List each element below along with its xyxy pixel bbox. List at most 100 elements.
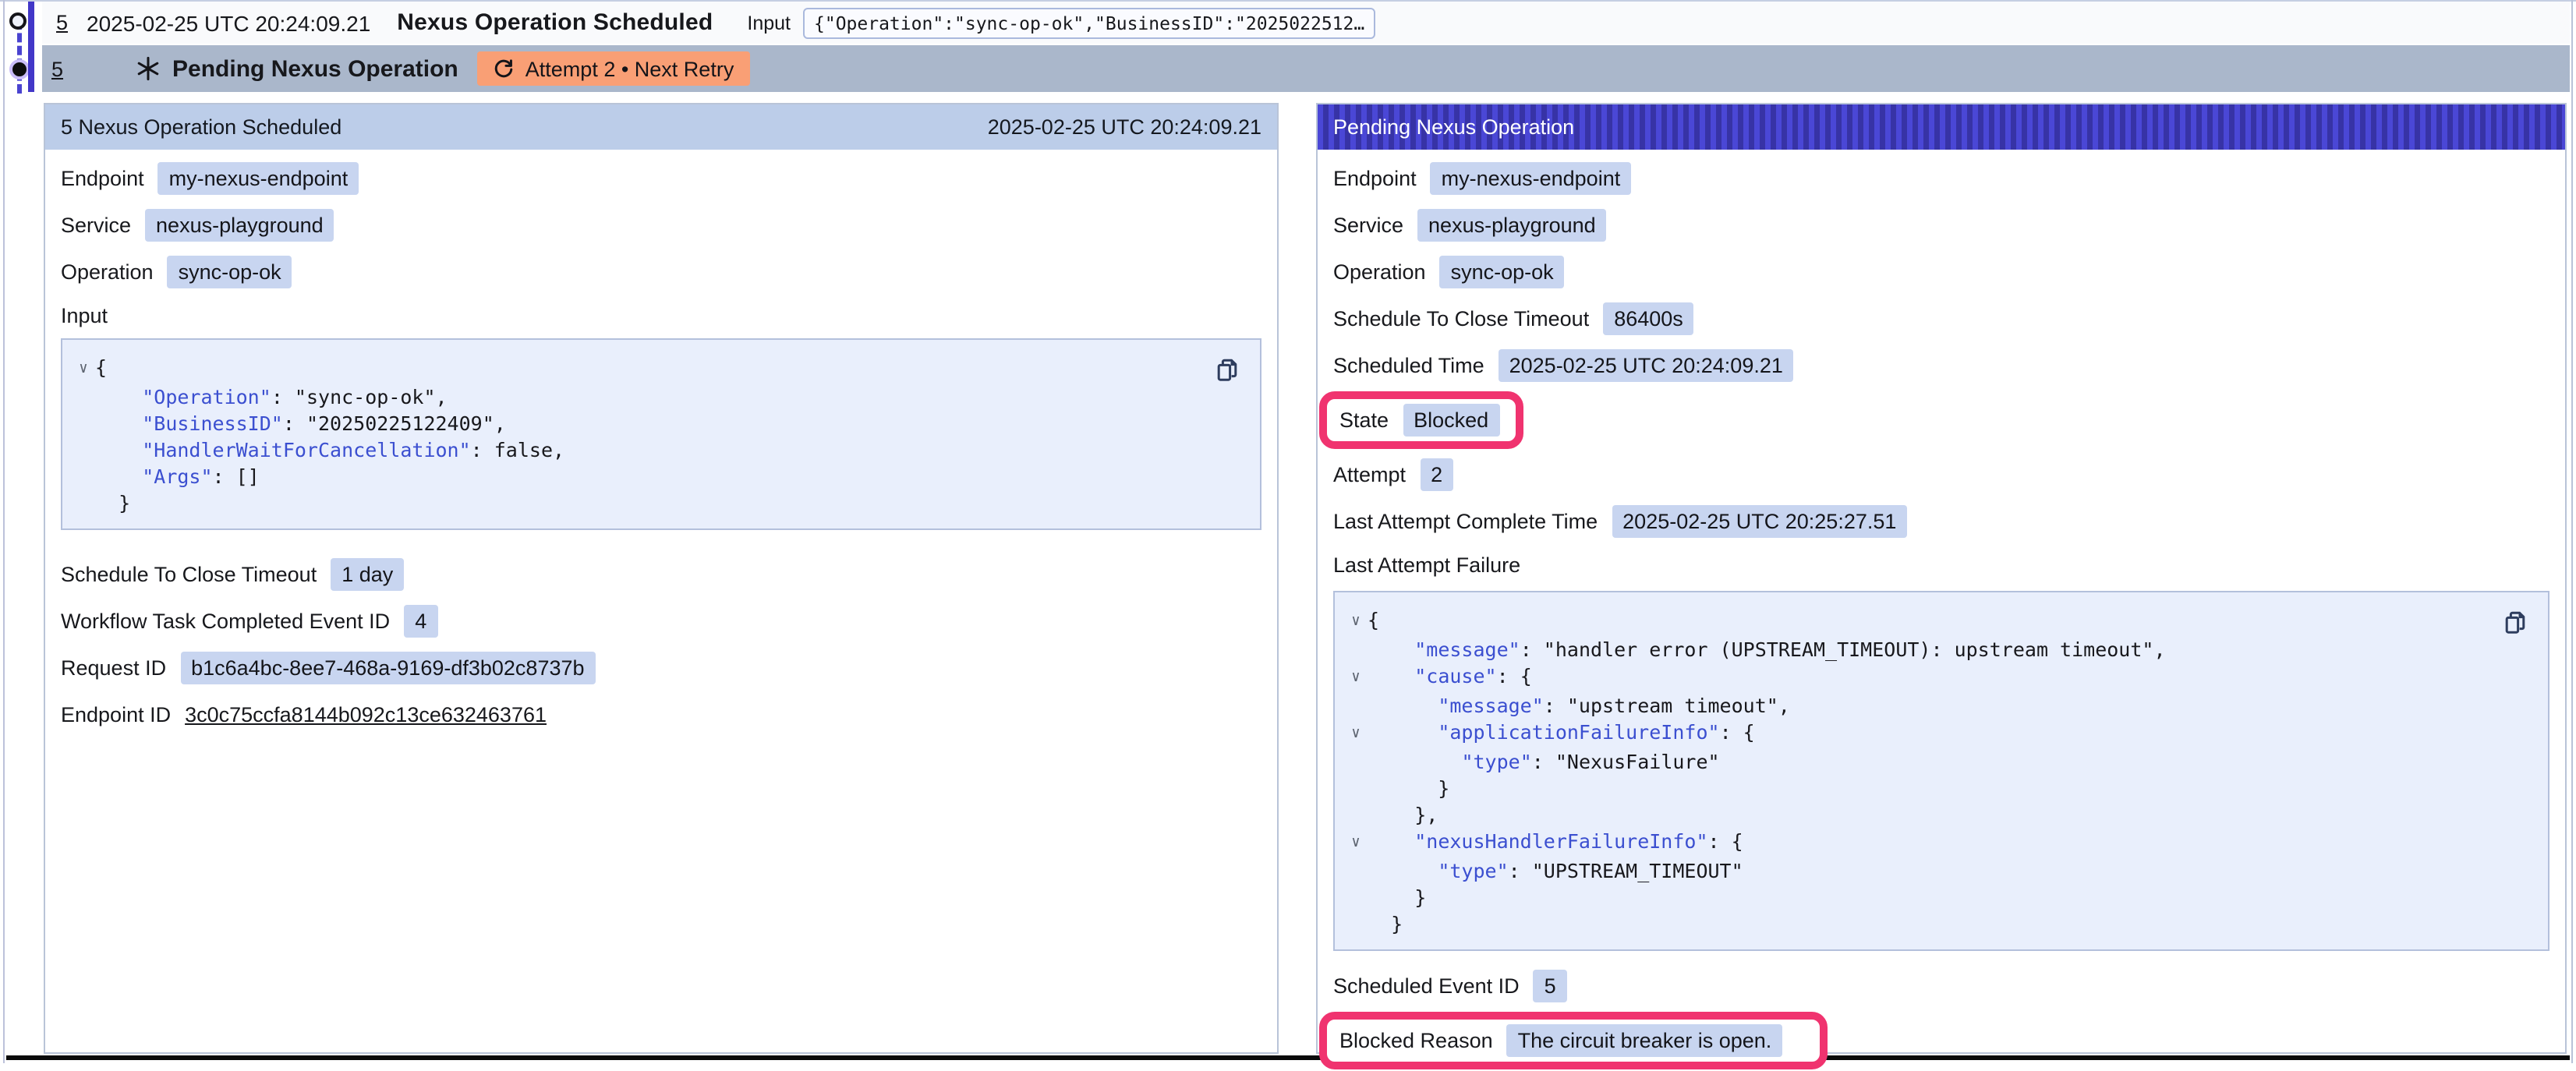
code-gutter: [1344, 910, 1368, 937]
field-value-chip: my-nexus-endpoint: [158, 161, 359, 194]
code-text: "type": "NexusFailure": [1368, 748, 1720, 775]
temporal-event-history-view: 5 2025-02-25 UTC 20:24:09.21 Nexus Opera…: [0, 0, 2576, 1063]
code-text: },: [1368, 801, 1438, 828]
pending-operation-header: Pending Nexus Operation: [1318, 104, 2565, 150]
event-timestamp: 2025-02-25 UTC 20:24:09.21: [87, 10, 370, 35]
field-value-link[interactable]: 3c0c75ccfa8144b092c13ce632463761: [185, 702, 547, 726]
code-text: }: [95, 490, 130, 516]
field-row-request-id: Request IDb1c6a4bc-8ee7-468a-9169-df3b02…: [61, 644, 1261, 691]
field-label: Schedule To Close Timeout: [1333, 306, 1589, 330]
field-row-workflow-task-completed-event-id: Workflow Task Completed Event ID4: [61, 597, 1261, 644]
event-group-indicator-bar: [28, 2, 34, 92]
code-gutter: [72, 384, 95, 410]
code-gutter: [1344, 884, 1368, 910]
code-line: "Operation": "sync-op-ok",: [72, 384, 1247, 410]
field-label: Scheduled Time: [1333, 353, 1484, 376]
code-line: ∨{: [1344, 606, 2535, 636]
event-input-preview-chip: {"Operation":"sync-op-ok","BusinessID":"…: [803, 7, 1375, 38]
retry-icon: [493, 58, 515, 80]
field-label: Schedule To Close Timeout: [61, 562, 317, 585]
timeline-active-dot-icon: [9, 59, 30, 80]
collapse-chevron-icon[interactable]: ∨: [72, 354, 95, 384]
code-line: },: [1344, 801, 2535, 828]
code-text: "Operation": "sync-op-ok",: [95, 384, 448, 410]
code-text: "Args": []: [95, 463, 260, 490]
field-row-state: StateBlocked: [1333, 388, 2549, 451]
code-text: }: [1368, 910, 1403, 937]
field-label: Service: [1333, 213, 1403, 236]
field-row-last-attempt-complete-time: Last Attempt Complete Time2025-02-25 UTC…: [1333, 497, 2549, 544]
field-value-chip: nexus-playground: [1417, 208, 1607, 241]
pending-operation-header-title: Pending Nexus Operation: [1333, 115, 1574, 139]
code-line: "BusinessID": "20250225122409",: [72, 410, 1247, 437]
retry-badge-label: Attempt 2 • Next Retry: [525, 57, 734, 80]
code-text: "HandlerWaitForCancellation": false,: [95, 437, 564, 463]
field-value-chip: 2: [1420, 458, 1453, 490]
event-row-pending-nexus-operation[interactable]: 5 Pending Nexus Operation Attempt 2 • Ne…: [42, 45, 2570, 92]
code-text: "applicationFailureInfo": {: [1368, 719, 1755, 748]
code-text: "nexusHandlerFailureInfo": {: [1368, 828, 1743, 857]
copy-icon[interactable]: [2503, 610, 2528, 636]
code-text: "type": "UPSTREAM_TIMEOUT": [1368, 857, 1743, 884]
code-line: ∨ "nexusHandlerFailureInfo": {: [1344, 828, 2535, 857]
code-line: "type": "NexusFailure": [1344, 748, 2535, 775]
field-value-chip: sync-op-ok: [1440, 255, 1565, 288]
code-text: {: [95, 354, 107, 384]
field-label: Workflow Task Completed Event ID: [61, 609, 390, 632]
retry-attempt-badge: Attempt 2 • Next Retry: [477, 51, 750, 86]
collapse-chevron-icon[interactable]: ∨: [1344, 828, 1368, 857]
field-row-service: Servicenexus-playground: [61, 201, 1261, 248]
field-row-schedule-to-close-timeout: Schedule To Close Timeout86400s: [1333, 295, 2549, 341]
field-value-chip: my-nexus-endpoint: [1431, 161, 1632, 194]
code-line: "message": "upstream timeout",: [1344, 692, 2535, 719]
field-value-chip: 5: [1534, 969, 1567, 1002]
field-label: Blocked Reason: [1339, 1028, 1493, 1052]
event-id-link[interactable]: 5: [56, 11, 68, 34]
timeline-open-circle-icon: [9, 12, 27, 30]
field-row-scheduled-event-id: Scheduled Event ID5: [1333, 962, 2549, 1009]
input-json-viewer: ∨{ "Operation": "sync-op-ok", "BusinessI…: [61, 338, 1261, 530]
field-value-chip: The circuit breaker is open.: [1507, 1023, 1783, 1056]
code-line: }: [72, 490, 1247, 516]
pending-operation-panel: Pending Nexus Operation Endpoint my-nexus…: [1316, 103, 2567, 1054]
code-text: "message": "handler error (UPSTREAM_TIME…: [1368, 636, 2166, 663]
code-gutter: [1344, 748, 1368, 775]
field-label: Service: [61, 213, 131, 236]
field-row-service: Service nexus-playground: [1333, 201, 2549, 248]
input-section-label: Input: [61, 295, 1261, 335]
field-row-attempt: Attempt2: [1333, 451, 2549, 497]
event-detail-panel: 5 Nexus Operation Scheduled 2025-02-25 U…: [44, 103, 1279, 1054]
field-label: Last Attempt Complete Time: [1333, 509, 1598, 532]
field-row-operation: Operation sync-op-ok: [1333, 248, 2549, 295]
event-row-nexus-operation-scheduled[interactable]: 5 2025-02-25 UTC 20:24:09.21 Nexus Opera…: [42, 2, 2570, 44]
annotation-highlight-box: StateBlocked: [1319, 391, 1523, 448]
field-row-endpoint: Endpoint my-nexus-endpoint: [1333, 154, 2549, 201]
event-input-label: Input: [747, 12, 791, 34]
code-text: "cause": {: [1368, 663, 1532, 692]
collapse-chevron-icon[interactable]: ∨: [1344, 606, 1368, 636]
field-label: Request ID: [61, 656, 166, 679]
event-id-link[interactable]: 5: [51, 57, 63, 80]
code-gutter: [1344, 775, 1368, 801]
collapse-chevron-icon[interactable]: ∨: [1344, 663, 1368, 692]
copy-icon[interactable]: [1215, 357, 1240, 384]
field-label: Endpoint: [61, 166, 144, 189]
failure-json-viewer: ∨{ "message": "handler error (UPSTREAM_T…: [1333, 591, 2549, 951]
field-label: Endpoint: [1333, 166, 1417, 189]
code-gutter: [72, 410, 95, 437]
field-label: Endpoint ID: [61, 702, 171, 726]
field-row-schedule-to-close-timeout: Schedule To Close Timeout1 day: [61, 550, 1261, 597]
code-line: }: [1344, 775, 2535, 801]
code-line: "message": "handler error (UPSTREAM_TIME…: [1344, 636, 2535, 663]
code-text: "BusinessID": "20250225122409",: [95, 410, 506, 437]
code-gutter: [1344, 636, 1368, 663]
field-row-scheduled-time: Scheduled Time 2025-02-25 UTC 20:24:09.21: [1333, 341, 2549, 388]
field-label: Operation: [1333, 260, 1426, 283]
code-text: }: [1368, 884, 1426, 910]
code-text: {: [1368, 606, 1379, 636]
field-row-endpoint: Endpoint my-nexus-endpoint: [61, 154, 1261, 201]
collapse-chevron-icon[interactable]: ∨: [1344, 719, 1368, 748]
field-value-chip: 2025-02-25 UTC 20:24:09.21: [1499, 348, 1794, 381]
field-label: Operation: [61, 260, 154, 283]
code-gutter: [1344, 801, 1368, 828]
